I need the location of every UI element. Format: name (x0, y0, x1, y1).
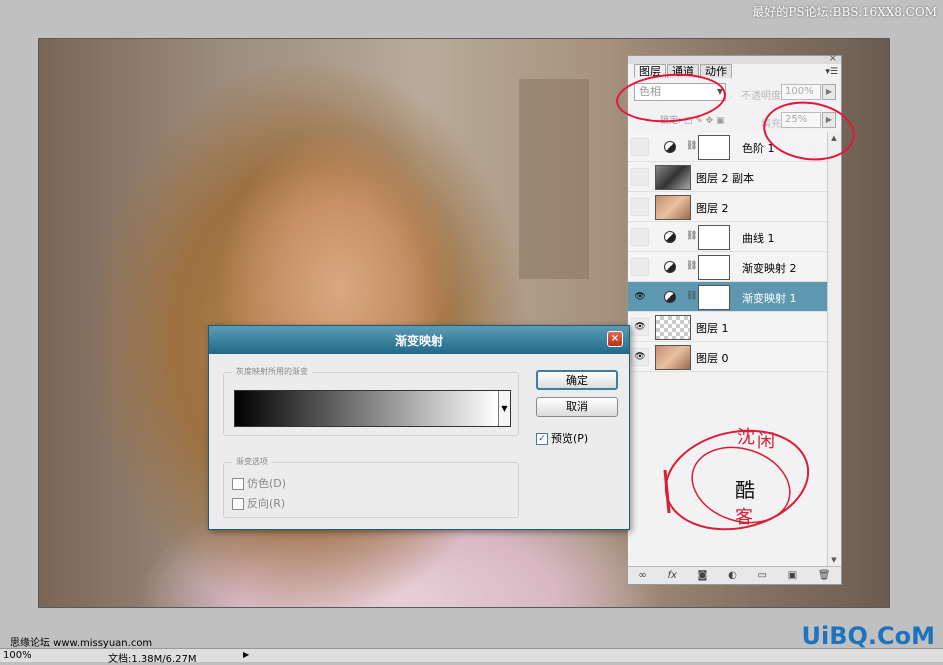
status-bar: 100% 文档:1.38M/6.27M ▶ (0, 648, 943, 665)
layer-scrollbar[interactable]: ▲ ▼ (827, 132, 840, 566)
layer-list: ⛓ 色阶 1 图层 2 副本 图层 2 ⛓ 曲线 1 ⛓ 渐变映射 2 👁 ⛓ 渐变映射 1 👁 图层 … (628, 132, 828, 372)
layer-row[interactable]: 👁 图层 0 (628, 342, 828, 372)
panel-footer: ∞ fx ◙ ◐ ▭ ▣ 🗑 (628, 566, 841, 584)
layer-row[interactable]: ⛓ 渐变映射 2 (628, 252, 828, 282)
fx-icon[interactable]: fx (667, 570, 676, 581)
scroll-down-icon[interactable]: ▼ (828, 554, 840, 566)
site-watermark: 最好的PS论坛:BBS.16XX8.COM (752, 5, 937, 19)
visibility-eye-icon[interactable] (631, 258, 649, 276)
layer-thumbnail[interactable] (655, 345, 691, 370)
status-arrow-icon[interactable]: ▶ (243, 650, 249, 659)
stamp-char-4: 客 (735, 507, 753, 528)
layer-row[interactable]: 图层 2 (628, 192, 828, 222)
dither-option[interactable]: 仿色(D) (232, 475, 286, 491)
stamp-char-1: 沈 (737, 427, 755, 448)
visibility-eye-icon[interactable] (631, 228, 649, 246)
reverse-checkbox[interactable] (232, 498, 244, 510)
layer-thumbnail[interactable] (655, 165, 691, 190)
gradient-preview[interactable] (235, 391, 498, 426)
layer-mask-thumbnail[interactable] (698, 255, 730, 280)
layer-row[interactable]: 👁 图层 1 (628, 312, 828, 342)
uibq-logo: UiBQ.CoM (801, 622, 935, 650)
visibility-eye-icon[interactable] (631, 168, 649, 186)
tab-actions[interactable]: 动作 (700, 64, 732, 78)
chain-link-icon[interactable]: ⛓ (686, 231, 697, 241)
mask-icon[interactable]: ◙ (698, 570, 708, 581)
layer-row[interactable]: ⛓ 曲线 1 (628, 222, 828, 252)
panel-header: × (628, 53, 841, 64)
close-icon[interactable]: × (607, 331, 623, 347)
visibility-eye-icon[interactable]: 👁 (631, 318, 649, 336)
preview-checkbox[interactable]: ✓ (536, 433, 548, 445)
chevron-down-icon[interactable]: ▼ (498, 391, 510, 426)
stamp-char-2: 闲 (757, 431, 775, 452)
layer-mask-thumbnail[interactable] (698, 225, 730, 250)
gradient-group: 灰度映射所用的渐变 ▼ (223, 366, 519, 436)
trash-icon[interactable]: 🗑 (818, 570, 831, 581)
adjustment-icon (664, 291, 676, 303)
opacity-label: 不透明度: (741, 91, 785, 102)
link-icon[interactable]: ∞ (638, 570, 646, 581)
adjustment-icon (664, 261, 676, 273)
options-group-label: 渐变选项 (232, 456, 272, 467)
ok-button[interactable]: 确定 (536, 370, 618, 390)
layer-name: 图层 0 (696, 352, 729, 365)
layer-name: 图层 2 (696, 202, 729, 215)
layer-thumbnail[interactable] (655, 315, 691, 340)
layer-name: 图层 2 副本 (696, 172, 754, 185)
chain-link-icon[interactable]: ⛓ (686, 291, 697, 301)
zoom-level[interactable]: 100% (3, 650, 32, 661)
dialog-title: 渐变映射 (394, 333, 443, 348)
adjust-icon[interactable]: ◐ (728, 570, 737, 581)
background-building (519, 79, 589, 279)
visibility-eye-icon[interactable]: 👁 (631, 348, 649, 366)
adjustment-icon (664, 141, 676, 153)
doc-size[interactable]: 文档:1.38M/6.27M (108, 650, 197, 665)
layer-row[interactable]: 👁 ⛓ 渐变映射 1 (628, 282, 828, 312)
panel-close-icon[interactable]: × (829, 53, 837, 64)
layer-name: 渐变映射 1 (742, 292, 797, 305)
gradient-map-dialog: 渐变映射 × 灰度映射所用的渐变 ▼ 渐变选项 仿色(D) 反向(R) 确定 取消… (208, 325, 630, 530)
adjustment-icon (664, 231, 676, 243)
dialog-titlebar[interactable]: 渐变映射 × (209, 326, 629, 354)
signature-stamp: 沈 闲 酷 客 (663, 427, 810, 531)
site-caption: 思缘论坛 www.missyuan.com (10, 638, 153, 649)
dither-checkbox[interactable] (232, 478, 244, 490)
photoshop-window: 最好的PS论坛:BBS.16XX8.COM × 图层 通道 动作 ▾☰ 色相 ▼ … (0, 0, 943, 665)
reverse-option[interactable]: 反向(R) (232, 495, 285, 511)
preview-option[interactable]: ✓ 预览(P) (536, 430, 588, 446)
opacity-arrow-icon[interactable]: ▶ (822, 84, 836, 100)
cancel-button[interactable]: 取消 (536, 397, 618, 417)
gradient-group-label: 灰度映射所用的渐变 (232, 366, 312, 377)
gradient-picker[interactable]: ▼ (234, 390, 511, 427)
visibility-eye-icon[interactable] (631, 138, 649, 156)
layer-mask-thumbnail[interactable] (698, 285, 730, 310)
visibility-eye-icon[interactable] (631, 198, 649, 216)
new-layer-icon[interactable]: ▣ (788, 570, 797, 581)
chain-link-icon[interactable]: ⛓ (686, 141, 697, 151)
layer-name: 曲线 1 (742, 232, 775, 245)
opacity-input[interactable]: 100% (781, 84, 821, 100)
layer-mask-thumbnail[interactable] (698, 135, 730, 160)
stamp-char-3: 酷 (735, 478, 755, 502)
layer-name: 渐变映射 2 (742, 262, 797, 275)
layer-name: 图层 1 (696, 322, 729, 335)
chain-link-icon[interactable]: ⛓ (686, 261, 697, 271)
options-group: 渐变选项 仿色(D) 反向(R) (223, 456, 519, 518)
layer-row[interactable]: 图层 2 副本 (628, 162, 828, 192)
panel-menu-icon[interactable]: ▾☰ (825, 67, 838, 77)
folder-icon[interactable]: ▭ (758, 570, 767, 581)
layer-thumbnail[interactable] (655, 195, 691, 220)
visibility-eye-icon[interactable]: 👁 (631, 288, 649, 306)
